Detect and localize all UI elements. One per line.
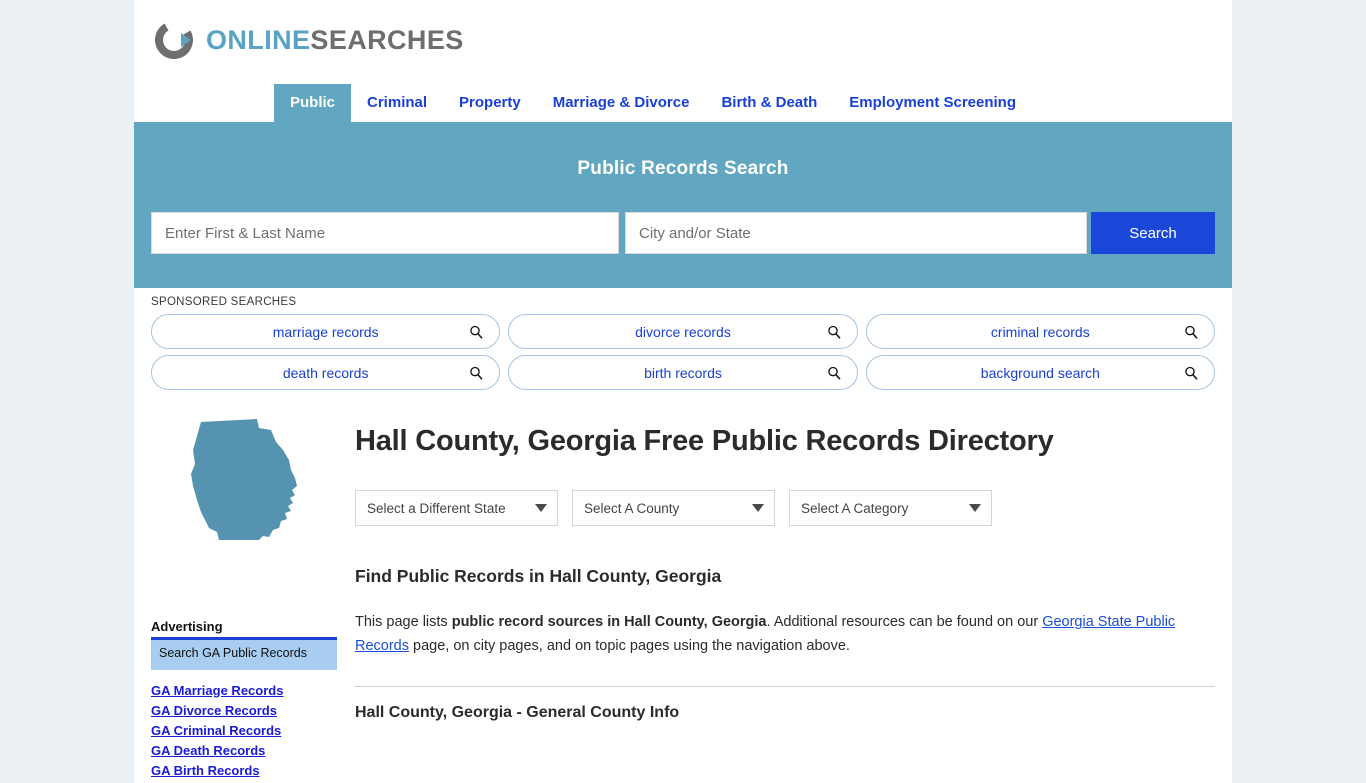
county-select-label: Select A County — [584, 500, 680, 516]
georgia-state-map-icon — [179, 416, 309, 544]
nav-item-employment-screening[interactable]: Employment Screening — [833, 84, 1032, 122]
sponsored-pill-label: divorce records — [635, 323, 731, 340]
public-records-search-banner: Public Records Search Search — [134, 124, 1232, 288]
search-icon — [469, 366, 483, 380]
sidebar-link-ga-marriage-records[interactable]: GA Marriage Records — [151, 683, 337, 698]
category-select-label: Select A Category — [801, 500, 909, 516]
circular-arrow-logo-icon — [151, 17, 197, 63]
search-icon — [469, 325, 483, 339]
sponsored-pill-marriage-records[interactable]: marriage records — [151, 314, 501, 349]
sponsored-searches-label: SPONSORED SEARCHES — [151, 296, 297, 308]
logo-text-searches: SEARCHES — [310, 24, 464, 55]
search-icon — [1184, 325, 1198, 339]
ad-box-search-ga-public-records[interactable]: Search GA Public Records — [151, 637, 337, 670]
sponsored-row-1: marriage records divorce records crimina… — [151, 314, 1215, 349]
nav-item-birth-death[interactable]: Birth & Death — [705, 84, 833, 122]
search-icon — [827, 366, 841, 380]
sponsored-pill-background-search[interactable]: background search — [865, 355, 1215, 390]
site-header: ONLINESEARCHES — [134, 0, 1232, 80]
search-icon — [1184, 366, 1198, 380]
intro-text-part1: This page lists — [355, 614, 452, 631]
name-search-input[interactable] — [151, 212, 619, 254]
intro-text-part3: page, on city pages, and on topic pages … — [409, 638, 850, 655]
state-select[interactable]: Select a Different State — [355, 490, 558, 527]
sidebar-links: GA Marriage Records GA Divorce Records G… — [151, 683, 337, 778]
sponsored-pill-label: criminal records — [990, 323, 1090, 340]
content-divider — [355, 686, 1215, 688]
location-search-input[interactable] — [625, 212, 1087, 254]
sidebar-link-ga-criminal-records[interactable]: GA Criminal Records — [151, 723, 337, 738]
search-form: Search — [151, 212, 1215, 254]
county-select[interactable]: Select A County — [572, 490, 775, 527]
site-logo[interactable]: ONLINESEARCHES — [151, 17, 1232, 63]
sponsored-row-2: death records birth records background s… — [151, 355, 1215, 390]
filter-dropdowns: Select a Different State Select A County… — [355, 490, 1215, 527]
section-heading: Find Public Records in Hall County, Geor… — [355, 566, 722, 587]
page-title: Hall County, Georgia Free Public Records… — [355, 425, 1054, 457]
chevron-down-icon — [752, 504, 764, 513]
content-body: Advertising Search GA Public Records GA … — [134, 402, 1232, 783]
nav-item-public[interactable]: Public — [274, 84, 352, 122]
sponsored-searches-section: SPONSORED SEARCHES marriage records divo… — [134, 288, 1232, 402]
page-container: ONLINESEARCHES Public Criminal Property … — [134, 0, 1232, 783]
sponsored-pill-label: marriage records — [272, 323, 379, 340]
sidebar-link-ga-death-records[interactable]: GA Death Records — [151, 743, 337, 758]
intro-text-part2: . Additional resources can be found on o… — [766, 614, 1043, 631]
advertising-heading: Advertising — [151, 619, 223, 634]
main-navigation: Public Criminal Property Marriage & Divo… — [134, 80, 1232, 124]
intro-text-bold: public record sources in Hall County, Ge… — [451, 614, 767, 631]
chevron-down-icon — [969, 504, 981, 513]
nav-item-marriage-divorce[interactable]: Marriage & Divorce — [537, 84, 706, 122]
search-button[interactable]: Search — [1091, 212, 1215, 254]
logo-text-online: ONLINE — [206, 24, 311, 55]
search-icon — [827, 325, 841, 339]
search-banner-title: Public Records Search — [577, 158, 789, 179]
nav-item-property[interactable]: Property — [443, 84, 537, 122]
sidebar-link-ga-divorce-records[interactable]: GA Divorce Records — [151, 703, 337, 718]
chevron-down-icon — [535, 504, 547, 513]
main-content: Hall County, Georgia Free Public Records… — [337, 412, 1215, 783]
sponsored-pill-criminal-records[interactable]: criminal records — [865, 314, 1215, 349]
intro-paragraph: This page lists public record sources in… — [355, 611, 1215, 659]
sponsored-pill-death-records[interactable]: death records — [151, 355, 501, 390]
sponsored-pill-divorce-records[interactable]: divorce records — [508, 314, 858, 349]
sponsored-pill-label: birth records — [644, 364, 722, 381]
category-select[interactable]: Select A Category — [789, 490, 992, 527]
sponsored-pill-label: death records — [282, 364, 369, 381]
nav-item-criminal[interactable]: Criminal — [351, 84, 443, 122]
sidebar-link-ga-birth-records[interactable]: GA Birth Records — [151, 763, 337, 778]
logo-text: ONLINESEARCHES — [206, 24, 464, 55]
state-select-label: Select a Different State — [367, 500, 506, 516]
sidebar: Advertising Search GA Public Records GA … — [151, 412, 337, 783]
sponsored-pill-label: background search — [980, 364, 1100, 381]
subsection-heading-general-county-info: Hall County, Georgia - General County In… — [355, 704, 680, 722]
sponsored-pill-birth-records[interactable]: birth records — [508, 355, 858, 390]
